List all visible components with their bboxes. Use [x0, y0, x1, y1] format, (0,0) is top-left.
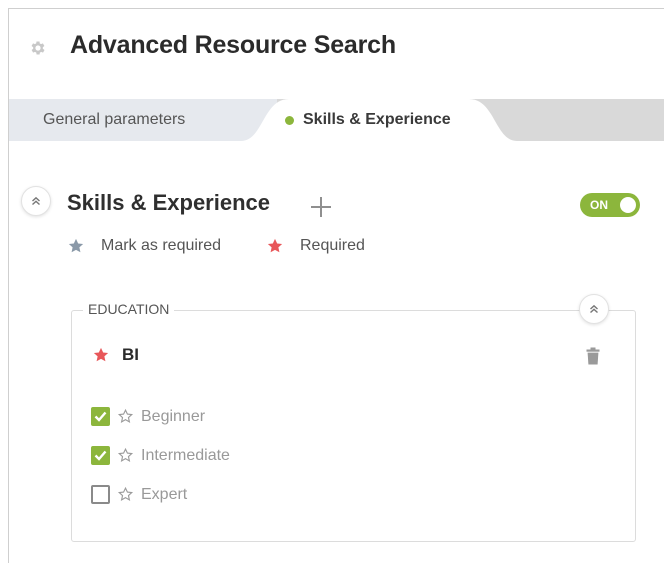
legend-mark-required: Mark as required	[67, 237, 221, 255]
star-outline-icon[interactable]	[117, 408, 134, 425]
star-outline-icon[interactable]	[117, 486, 134, 503]
education-group	[71, 310, 636, 542]
education-collapse-button[interactable]	[579, 294, 609, 324]
double-chevron-up-icon	[590, 304, 598, 314]
level-intermediate: Intermediate	[91, 446, 230, 465]
level-label: Expert	[141, 485, 188, 503]
beginner-checkbox[interactable]	[91, 407, 110, 426]
active-dot-icon	[285, 115, 294, 125]
education-label: EDUCATION	[83, 301, 175, 317]
skill-name: BI	[122, 345, 139, 364]
star-outline-icon[interactable]	[117, 447, 134, 464]
checkmark-icon	[94, 450, 107, 461]
tab-label: General parameters	[43, 111, 186, 128]
tab-bar: General parameters Skills & Experience	[9, 99, 664, 141]
page-title: Advanced Resource Search	[70, 31, 396, 59]
app-window: Advanced Resource Search General paramet…	[8, 8, 664, 563]
tab-skills-experience[interactable]: Skills & Experience	[285, 99, 451, 141]
level-label: Beginner	[141, 407, 206, 425]
tab-label: Skills & Experience	[303, 111, 451, 128]
level-expert: Expert	[91, 485, 187, 504]
toggle-knob	[620, 197, 636, 213]
legend-label: Required	[300, 237, 365, 254]
required-star-icon	[267, 238, 283, 253]
add-skill-button[interactable]	[309, 195, 333, 219]
toggle-label: ON	[590, 198, 608, 212]
section-title: Skills & Experience	[67, 190, 270, 215]
trash-icon[interactable]	[586, 347, 600, 365]
skill-row: BI	[92, 345, 139, 365]
legend-required: Required	[266, 237, 365, 255]
section-collapse-button[interactable]	[21, 186, 51, 216]
star-icon	[68, 238, 84, 253]
gear-icon[interactable]	[29, 39, 47, 57]
intermediate-checkbox[interactable]	[91, 446, 110, 465]
legend-label: Mark as required	[101, 237, 222, 254]
double-chevron-up-icon	[32, 196, 40, 206]
level-label: Intermediate	[141, 446, 230, 464]
required-star-icon[interactable]	[92, 346, 110, 364]
checkmark-icon	[94, 411, 107, 422]
expert-checkbox[interactable]	[91, 485, 110, 504]
page-header: Advanced Resource Search	[9, 9, 664, 99]
tab-general-parameters[interactable]: General parameters	[9, 99, 277, 141]
section-toggle[interactable]: ON	[580, 193, 640, 217]
level-beginner: Beginner	[91, 407, 205, 426]
